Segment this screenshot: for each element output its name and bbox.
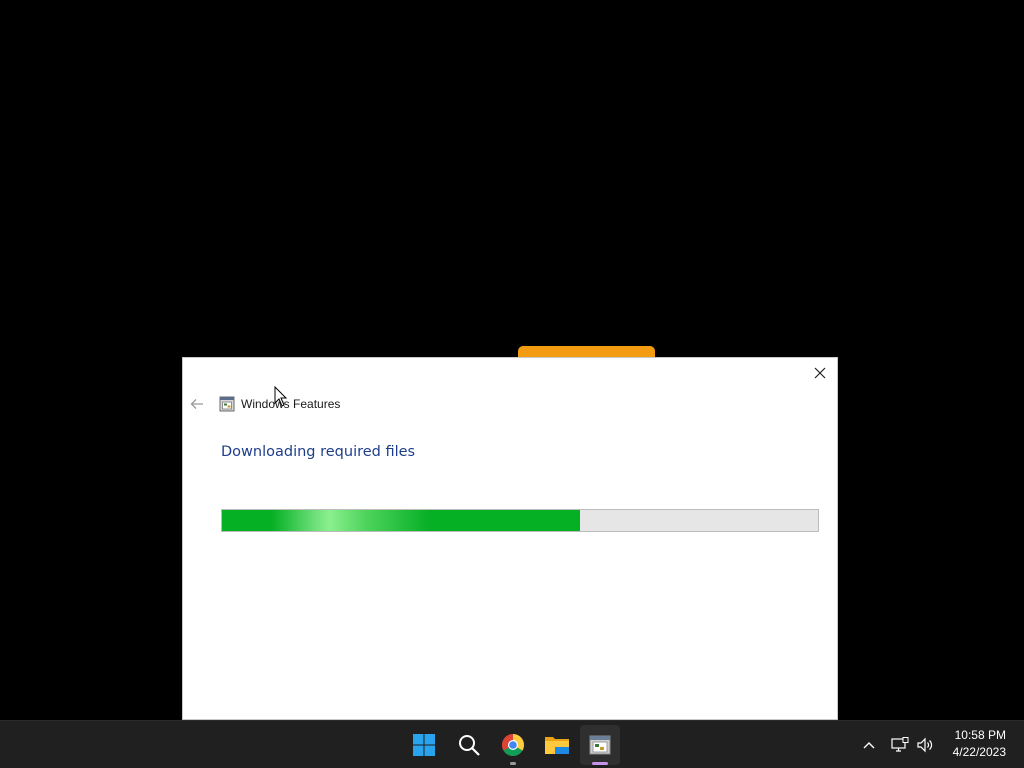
system-clock[interactable]: 10:58 PM 4/22/2023 bbox=[953, 727, 1006, 761]
dialog-titlebar: Windows Features bbox=[189, 394, 340, 414]
chevron-up-icon bbox=[863, 742, 875, 749]
windows-features-taskbar-button[interactable] bbox=[580, 725, 620, 765]
windows-features-icon bbox=[219, 396, 235, 412]
back-button[interactable] bbox=[189, 396, 205, 412]
volume-button[interactable] bbox=[914, 733, 936, 757]
close-icon bbox=[814, 367, 826, 379]
dialog-title: Windows Features bbox=[241, 397, 341, 411]
chrome-taskbar-button[interactable] bbox=[493, 725, 533, 765]
windows-features-dialog: Windows Features Downloading required fi… bbox=[182, 357, 838, 720]
active-indicator bbox=[592, 762, 608, 765]
progress-fill bbox=[222, 510, 580, 531]
mouse-cursor-icon bbox=[274, 386, 288, 407]
close-button[interactable] bbox=[809, 362, 831, 384]
network-status-button[interactable] bbox=[889, 733, 911, 757]
taskbar: 10:58 PM 4/22/2023 bbox=[0, 720, 1024, 768]
folder-icon bbox=[545, 737, 569, 754]
start-button[interactable] bbox=[404, 725, 444, 765]
network-icon bbox=[891, 737, 909, 752]
download-progress-bar bbox=[221, 509, 819, 532]
chrome-icon bbox=[502, 734, 524, 756]
clock-time: 10:58 PM bbox=[954, 728, 1006, 742]
clock-date: 4/22/2023 bbox=[952, 745, 1006, 759]
status-heading: Downloading required files bbox=[221, 444, 416, 460]
show-hidden-icons-button[interactable] bbox=[858, 733, 880, 757]
windows-logo-icon bbox=[413, 734, 435, 756]
search-button[interactable] bbox=[449, 725, 489, 765]
running-indicator bbox=[510, 762, 516, 765]
back-arrow-icon bbox=[190, 399, 203, 409]
windows-features-icon bbox=[589, 735, 611, 755]
file-explorer-taskbar-button[interactable] bbox=[537, 725, 577, 765]
speaker-icon bbox=[917, 737, 933, 753]
search-icon bbox=[459, 735, 480, 756]
